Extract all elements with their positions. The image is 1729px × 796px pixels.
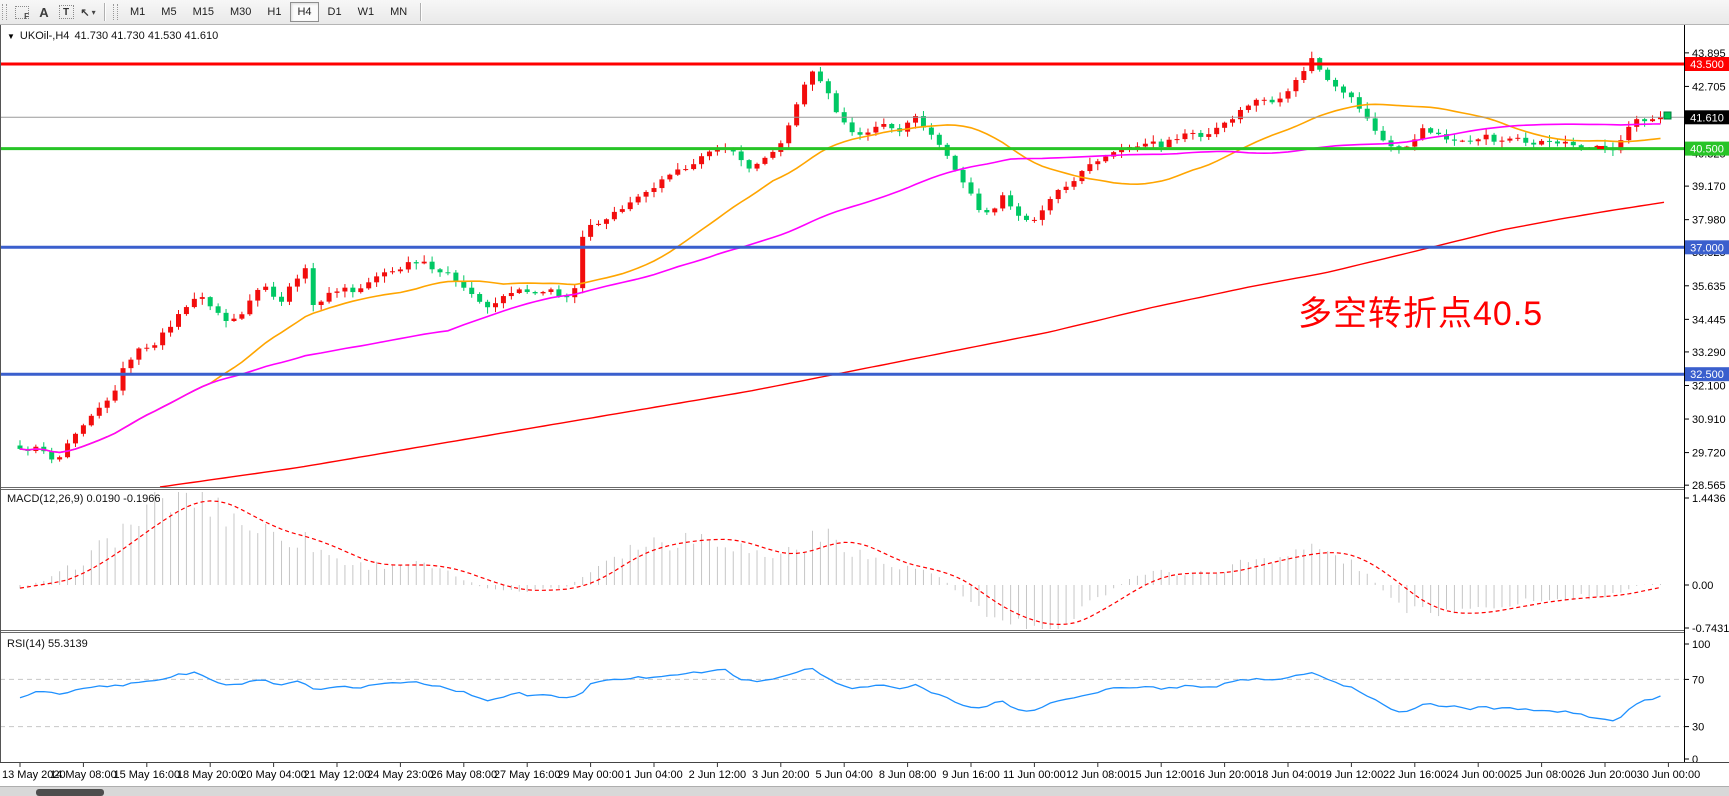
macd-label: MACD(12,26,9) 0.0190 -0.1966 — [7, 493, 160, 505]
timeframe-d1[interactable]: D1 — [321, 2, 349, 22]
axis-label: 1.4436 — [1692, 493, 1726, 505]
time-label: 26 Jun 20:00 — [1573, 769, 1637, 781]
axis-label: 28.565 — [1692, 480, 1726, 492]
axis-label: 43.500 — [1690, 59, 1724, 71]
time-label: 24 May 23:00 — [367, 769, 434, 781]
annotation-text: 多空转折点40.5 — [1298, 286, 1543, 335]
toolbar: F A T ↖ ▾ M1M5M15M30H1H4D1W1MN — [0, 0, 1729, 25]
dropdown-caret-icon: ▾ — [92, 8, 96, 17]
axis-label: -0.7431 — [1692, 623, 1729, 635]
time-label: 9 Jun 16:00 — [942, 769, 1000, 781]
macd-pane: 1.4436 0.00 -0.7431 — [20, 492, 1729, 635]
timeframe-h1[interactable]: H1 — [260, 2, 288, 22]
axis-label: 37.980 — [1692, 215, 1726, 227]
symbol-ohlc: 41.730 41.730 41.530 41.610 — [74, 30, 218, 42]
timeframe-m15[interactable]: M15 — [186, 2, 221, 22]
axis-label: 39.170 — [1692, 181, 1726, 193]
taskbar-fragment — [36, 789, 104, 796]
time-label: 27 May 16:00 — [494, 769, 561, 781]
axis-label: 70 — [1692, 674, 1704, 686]
axis-label: 37.000 — [1690, 242, 1724, 254]
timeframe-m30[interactable]: M30 — [223, 2, 258, 22]
axis-label: 33.290 — [1692, 347, 1726, 359]
timeframe-bar: M1M5M15M30H1H4D1W1MN — [122, 2, 415, 22]
time-label: 29 May 00:00 — [557, 769, 624, 781]
time-label: 15 May 16:00 — [113, 769, 180, 781]
axis-label: 40.500 — [1690, 144, 1724, 156]
timeframe-grip[interactable] — [113, 4, 118, 20]
letter-t-icon: T — [59, 5, 74, 19]
rsi-label: RSI(14) 55.3139 — [7, 638, 88, 650]
grid-f-icon: F — [15, 6, 29, 19]
time-label: 18 Jun 04:00 — [1256, 769, 1320, 781]
letter-a-icon: A — [39, 5, 48, 20]
time-label: 11 Jun 00:00 — [1003, 769, 1066, 781]
time-label: 1 Jun 04:00 — [625, 769, 683, 781]
axis-label: 30 — [1692, 722, 1704, 734]
buy-marker-icon[interactable] — [1664, 112, 1671, 119]
timeframe-mn[interactable]: MN — [383, 2, 414, 22]
font-tool-icon[interactable]: A — [33, 2, 55, 22]
time-label: 19 Jun 12:00 — [1320, 769, 1384, 781]
chart-canvas[interactable]: 43.89542.70540.32539.17037.98036.82535.6… — [0, 0, 1729, 796]
time-label: 3 Jun 20:00 — [752, 769, 810, 781]
axis-label: 100 — [1692, 639, 1710, 651]
timeframe-m1[interactable]: M1 — [123, 2, 152, 22]
symbol-dropdown-icon[interactable]: ▼ — [7, 32, 15, 41]
timeframe-w1[interactable]: W1 — [351, 2, 382, 22]
axis-label: 0.00 — [1692, 580, 1713, 592]
time-label: 14 May 08:00 — [50, 769, 117, 781]
time-label: 30 Jun 00:00 — [1637, 769, 1701, 781]
time-label: 22 Jun 16:00 — [1383, 769, 1447, 781]
pane-dividers — [0, 25, 1729, 763]
candlestick-series — [18, 52, 1663, 464]
time-label: 5 Jun 04:00 — [815, 769, 873, 781]
time-label: 18 May 20:00 — [177, 769, 244, 781]
time-label: 8 Jun 08:00 — [879, 769, 937, 781]
toolbar-grip[interactable] — [2, 4, 7, 20]
line-marker-icon[interactable] — [1597, 146, 1604, 149]
axis-label: 29.720 — [1692, 448, 1726, 460]
axis-label: 34.445 — [1692, 314, 1726, 326]
axis-label: 30.910 — [1692, 414, 1726, 426]
objects-tool-button[interactable]: ↖ ▾ — [77, 2, 99, 22]
time-label: 15 Jun 12:00 — [1129, 769, 1193, 781]
toolbar-separator-2 — [420, 3, 422, 21]
axis-label: 32.500 — [1690, 369, 1724, 381]
timeframe-h4[interactable]: H4 — [290, 2, 318, 22]
axis-label: 35.635 — [1692, 281, 1726, 293]
time-label: 2 Jun 12:00 — [689, 769, 747, 781]
arrows-icon: ↖ — [80, 6, 89, 19]
timeframe-m5[interactable]: M5 — [154, 2, 183, 22]
time-label: 16 Jun 20:00 — [1193, 769, 1257, 781]
symbol-header[interactable]: ▼ UKOil-,H4 41.730 41.730 41.530 41.610 — [7, 30, 218, 42]
bottom-strip — [0, 786, 1729, 796]
time-label: 20 May 04:00 — [240, 769, 307, 781]
symbol-title: UKOil-,H4 — [20, 30, 70, 42]
axis-label: 41.610 — [1690, 112, 1724, 124]
axis-label: 32.100 — [1692, 380, 1726, 392]
time-label: 12 Jun 08:00 — [1066, 769, 1130, 781]
chart-properties-icon[interactable]: F — [11, 2, 33, 22]
time-label: 24 Jun 00:00 — [1446, 769, 1510, 781]
axis-label: 0 — [1692, 754, 1698, 766]
time-axis: 13 May 202014 May 08:0015 May 16:0018 Ma… — [2, 763, 1700, 781]
time-label: 26 May 08:00 — [430, 769, 497, 781]
time-label: 25 Jun 08:00 — [1510, 769, 1574, 781]
rsi-pane: 100 70 30 0 — [0, 639, 1710, 766]
toolbar-separator — [104, 3, 106, 21]
text-tool-icon[interactable]: T — [55, 2, 77, 22]
axis-label: 42.705 — [1692, 81, 1726, 93]
time-label: 21 May 12:00 — [304, 769, 371, 781]
